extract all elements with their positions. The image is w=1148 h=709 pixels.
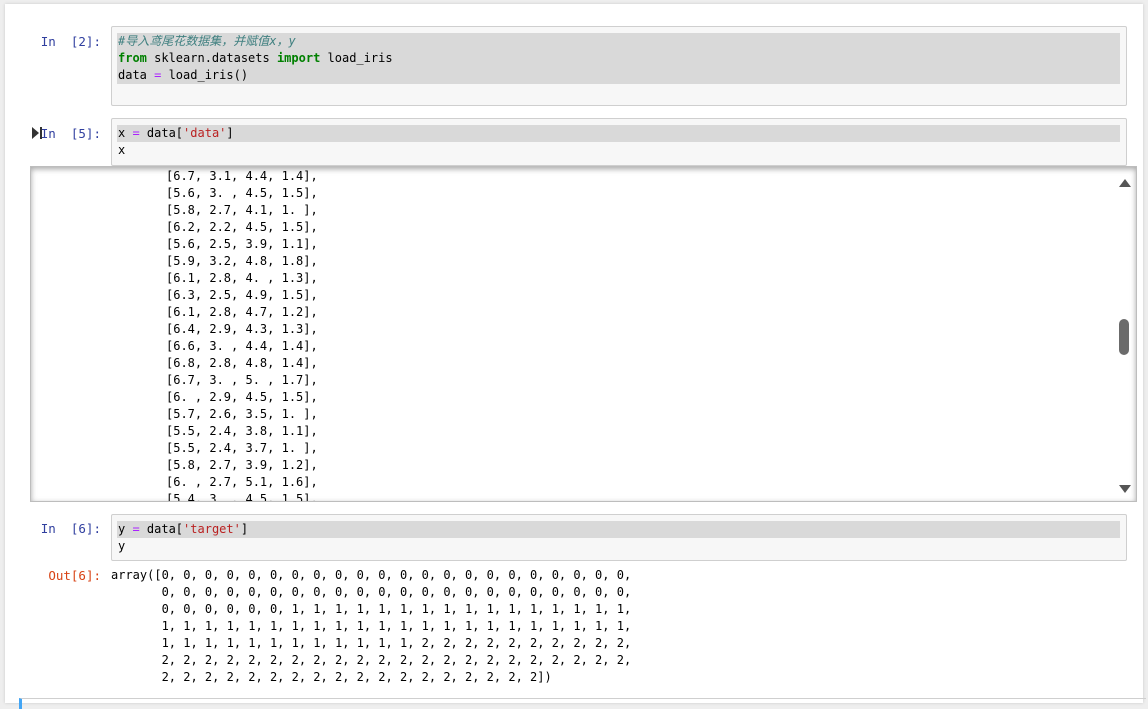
output-line: [6. , 2.9, 4.5, 1.5], <box>166 390 318 404</box>
cell-3-out-prompt: Out[6]: <box>48 568 101 583</box>
cell-2-input[interactable]: x = data['data'] x <box>111 118 1127 166</box>
code-line: from sklearn.datasets import load_iris <box>118 50 393 67</box>
code-line: x <box>118 142 125 159</box>
code-token: = <box>132 126 140 140</box>
output-line: [5.8, 2.7, 4.1, 1. ], <box>166 203 318 217</box>
output-line: [5.4, 3. , 4.5, 1.5], <box>166 492 318 502</box>
output-line: [5.7, 2.6, 3.5, 1. ], <box>166 407 318 421</box>
output-line: [6.6, 3. , 4.4, 1.4], <box>166 339 318 353</box>
output-line: [6. , 2.7, 5.1, 1.6], <box>166 475 318 489</box>
output-line: 2, 2, 2, 2, 2, 2, 2, 2, 2, 2, 2, 2, 2, 2… <box>111 653 632 667</box>
selection-highlight <box>117 125 1120 142</box>
output-line: [6.3, 2.5, 4.9, 1.5], <box>166 288 318 302</box>
output-line: [6.4, 2.9, 4.3, 1.3], <box>166 322 318 336</box>
cell-2-output-scroll-area[interactable]: [6.7, 3.1, 4.4, 1.4], [5.6, 3. , 4.5, 1.5… <box>30 166 1137 502</box>
code-line: x = data['data'] <box>118 125 234 142</box>
code-token: from <box>118 51 147 65</box>
code-token: data[ <box>139 522 184 536</box>
code-token: y <box>118 539 126 553</box>
output-line: [5.6, 3. , 4.5, 1.5], <box>166 186 318 200</box>
cell-1-prompt: In [2]: <box>40 34 101 49</box>
code-token: data <box>118 68 155 82</box>
next-cell-selected[interactable] <box>19 698 1146 709</box>
scrollbar[interactable] <box>1114 167 1136 501</box>
code-token: 'data' <box>183 126 227 140</box>
code-token: = <box>132 522 140 536</box>
code-line: data = load_iris() <box>118 67 248 84</box>
output-line: 0, 0, 0, 0, 0, 0, 1, 1, 1, 1, 1, 1, 1, 1… <box>111 602 632 616</box>
scroll-thumb[interactable] <box>1119 319 1129 355</box>
code-token: y <box>118 522 133 536</box>
output-line: [5.6, 2.5, 3.9, 1.1], <box>166 237 318 251</box>
code-line: y = data['target'] <box>118 521 248 538</box>
scroll-up-icon[interactable] <box>1119 179 1131 187</box>
selection-highlight <box>117 521 1120 538</box>
notebook-page: In [2]: #导入鸢尾花数据集，并赋值x，y from sklearn.da… <box>5 4 1146 709</box>
code-token: x <box>118 126 133 140</box>
code-line: #导入鸢尾花数据集，并赋值x，y <box>118 33 296 50</box>
output-line: 2, 2, 2, 2, 2, 2, 2, 2, 2, 2, 2, 2, 2, 2… <box>111 670 552 684</box>
code-token: sklearn.datasets <box>146 51 277 65</box>
code-token: import <box>276 51 321 65</box>
code-token: ] <box>226 126 234 140</box>
cell-3-input[interactable]: y = data['target'] y <box>111 514 1127 561</box>
code-token: data[ <box>139 126 184 140</box>
output-line: [6.1, 2.8, 4.7, 1.2], <box>166 305 318 319</box>
output-line: [5.8, 2.7, 3.9, 1.2], <box>166 458 318 472</box>
output-line: [6.1, 2.8, 4. , 1.3], <box>166 271 318 285</box>
output-line: 1, 1, 1, 1, 1, 1, 1, 1, 1, 1, 1, 1, 2, 2… <box>111 636 632 650</box>
output-line: 1, 1, 1, 1, 1, 1, 1, 1, 1, 1, 1, 1, 1, 1… <box>111 619 632 633</box>
output-line: [6.7, 3.1, 4.4, 1.4], <box>166 169 318 183</box>
output-line: [6.8, 2.8, 4.8, 1.4], <box>166 356 318 370</box>
cell-2-prompt: In [5]: <box>40 126 101 141</box>
code-token: #导入鸢尾花数据集，并赋值x，y <box>118 34 296 48</box>
code-token: load_iris <box>320 51 393 65</box>
output-line: array([0, 0, 0, 0, 0, 0, 0, 0, 0, 0, 0, … <box>111 568 632 582</box>
output-line: [5.9, 3.2, 4.8, 1.8], <box>166 254 318 268</box>
output-line: [5.5, 2.4, 3.8, 1.1], <box>166 424 318 438</box>
cell-1-input[interactable]: #导入鸢尾花数据集，并赋值x，y from sklearn.datasets i… <box>111 26 1127 106</box>
cell-3-prompt: In [6]: <box>40 521 101 536</box>
output-line: 0, 0, 0, 0, 0, 0, 0, 0, 0, 0, 0, 0, 0, 0… <box>111 585 632 599</box>
code-token: 'target' <box>183 522 241 536</box>
output-line: [6.7, 3. , 5. , 1.7], <box>166 373 318 387</box>
output-line: [5.5, 2.4, 3.7, 1. ], <box>166 441 318 455</box>
code-token: load_iris() <box>161 68 249 82</box>
code-line: y <box>118 538 125 555</box>
scroll-down-icon[interactable] <box>1119 485 1131 493</box>
output-line: [6.2, 2.2, 4.5, 1.5], <box>166 220 318 234</box>
code-token: ] <box>240 522 249 536</box>
code-token: x <box>118 143 126 157</box>
